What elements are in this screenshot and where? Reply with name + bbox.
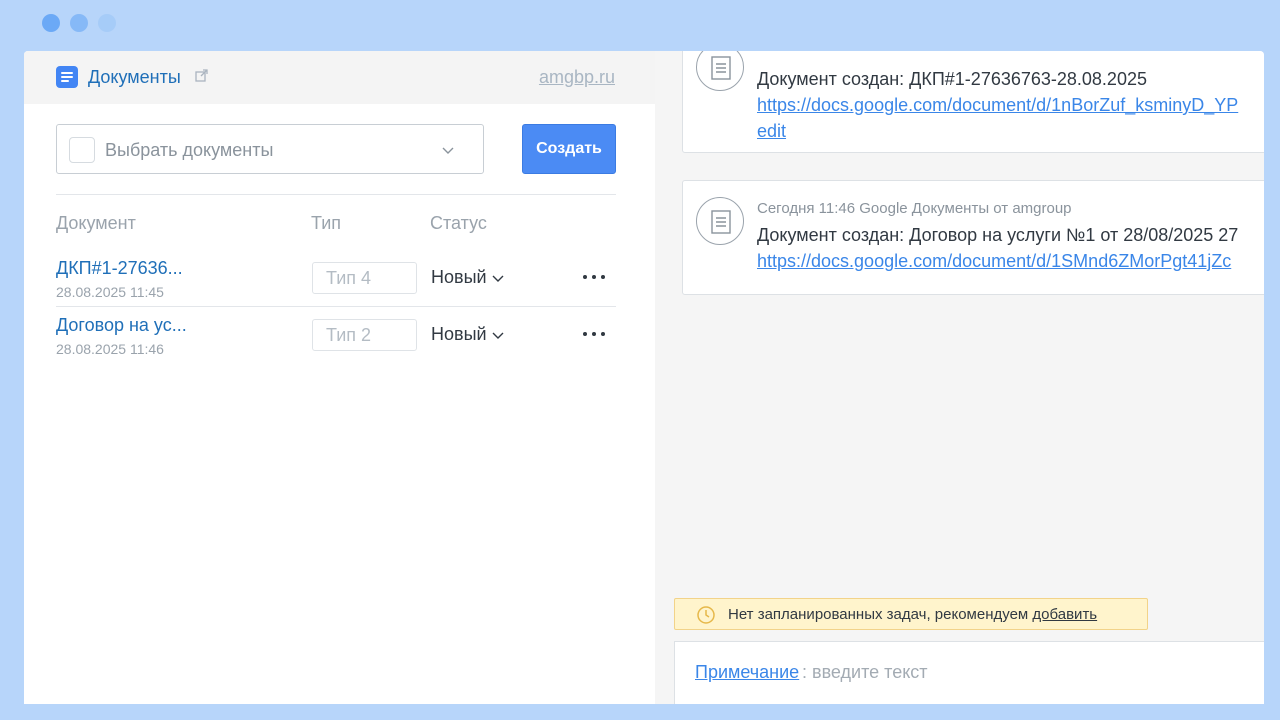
- domain-link[interactable]: amgbp.ru: [539, 67, 615, 88]
- tasks-notice-message: Нет запланированных задач, рекомендуем: [728, 606, 1033, 623]
- column-header-document: Документ: [56, 213, 136, 233]
- status-label: Новый: [431, 324, 487, 344]
- document-date: 28.08.2025 11:45: [56, 284, 164, 300]
- create-button[interactable]: Создать: [522, 124, 616, 174]
- select-all-checkbox[interactable]: [69, 137, 95, 163]
- document-icon: [696, 51, 744, 91]
- feed-item-title: Документ создан: Договор на услуги №1 от…: [757, 225, 1239, 245]
- add-task-link[interactable]: добавить: [1032, 606, 1097, 623]
- documents-title[interactable]: Документы: [88, 67, 181, 88]
- feed-item: Сегодня 11:46 Google Документы от amgrou…: [682, 180, 1264, 295]
- status-label: Новый: [431, 267, 487, 287]
- status-dropdown[interactable]: Новый: [431, 324, 505, 345]
- type-field[interactable]: Тип 4: [312, 262, 417, 294]
- select-placeholder: Выбрать документы: [105, 140, 274, 160]
- column-header-type: Тип: [311, 213, 342, 233]
- tasks-notice: Нет запланированных задач, рекомендуем д…: [674, 598, 1148, 630]
- chevron-down-icon: [492, 275, 504, 282]
- more-icon[interactable]: [583, 267, 605, 287]
- google-docs-icon: [56, 66, 78, 88]
- document-link[interactable]: Договор на ус...: [56, 315, 187, 336]
- document-link[interactable]: ДКП#1-27636...: [56, 258, 183, 279]
- documents-panel: Документы amgbp.ru Выбрать документы Соз…: [24, 51, 655, 704]
- status-dropdown[interactable]: Новый: [431, 267, 505, 288]
- note-placeholder: : введите текст: [802, 662, 928, 682]
- document-url-link[interactable]: https://docs.google.com/document/d/1nBor…: [757, 95, 1238, 116]
- document-date: 28.08.2025 11:46: [56, 341, 164, 357]
- table-row: ДКП#1-27636... 28.08.2025 11:45 Тип 4 Но…: [56, 251, 616, 307]
- feed-item-title: Документ создан: ДКП#1-27636763-28.08.20…: [757, 69, 1147, 89]
- app-window: Документы amgbp.ru Выбрать документы Соз…: [24, 51, 1264, 704]
- chevron-down-icon: [492, 332, 504, 339]
- document-icon: [696, 197, 744, 245]
- clock-icon: [697, 606, 715, 624]
- note-type-link[interactable]: Примечание: [695, 662, 799, 683]
- document-url-link[interactable]: edit: [757, 121, 786, 142]
- more-icon[interactable]: [583, 324, 605, 344]
- feed-item-meta: Сегодня 11:46 Google Документы от amgrou…: [757, 200, 1072, 217]
- divider: [56, 194, 616, 195]
- window-maximize-dot[interactable]: [98, 14, 116, 32]
- table-row: Договор на ус... 28.08.2025 11:46 Тип 2 …: [56, 308, 616, 364]
- documents-select[interactable]: Выбрать документы: [56, 124, 484, 174]
- type-field[interactable]: Тип 2: [312, 319, 417, 351]
- app-frame: Документы amgbp.ru Выбрать документы Соз…: [0, 0, 1280, 720]
- external-link-icon[interactable]: [195, 69, 208, 82]
- window-minimize-dot[interactable]: [70, 14, 88, 32]
- window-close-dot[interactable]: [42, 14, 60, 32]
- chevron-down-icon: [442, 147, 454, 154]
- tasks-notice-text: Нет запланированных задач, рекомендуем д…: [728, 606, 1097, 623]
- feed-item: Документ создан: ДКП#1-27636763-28.08.20…: [682, 51, 1264, 153]
- document-url-link[interactable]: https://docs.google.com/document/d/1SMnd…: [757, 251, 1231, 272]
- note-input[interactable]: Примечание : введите текст: [674, 641, 1264, 704]
- window-controls: [42, 14, 116, 32]
- documents-header: Документы amgbp.ru: [24, 51, 655, 104]
- column-header-status: Статус: [430, 213, 487, 233]
